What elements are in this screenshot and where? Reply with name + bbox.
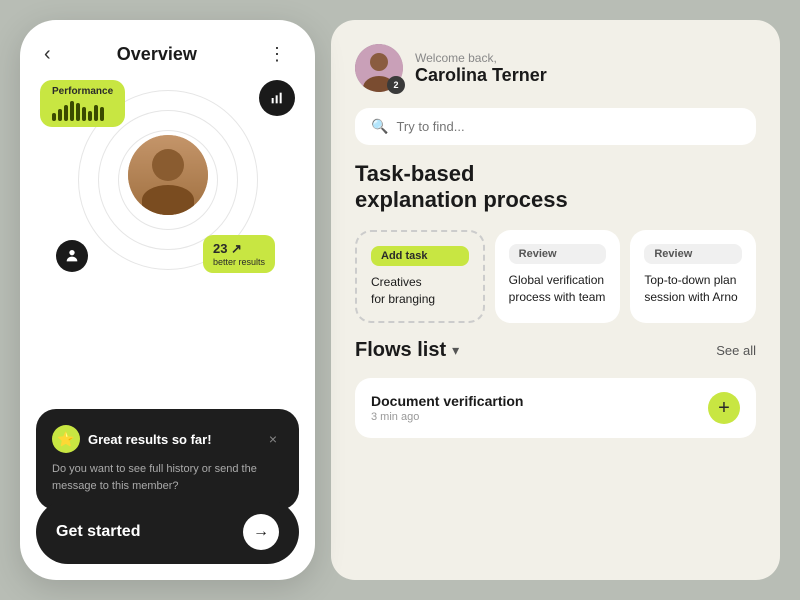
task-card-2[interactable]: Review Top-to-down plan session with Arn…: [630, 230, 756, 324]
performance-bars: [52, 101, 113, 121]
notification-body: Do you want to see full history or send …: [52, 461, 283, 494]
chart-icon: [269, 90, 285, 106]
bar-5: [76, 103, 80, 121]
task-text-1: Global verification process with team: [509, 272, 607, 306]
task-text-0: Creatives for branging: [371, 274, 469, 308]
get-started-button[interactable]: Get started →: [36, 500, 299, 564]
notification-title-row: ⭐ Great results so far!: [52, 425, 212, 453]
flow-time-0: 3 min ago: [371, 411, 523, 423]
search-icon: 🔍: [371, 118, 388, 135]
phone-body: Performance: [20, 80, 315, 580]
notification-badge: 2: [387, 76, 405, 94]
task-card-1[interactable]: Review Global verification process with …: [495, 230, 621, 324]
flow-info-0: Document verificartion 3 min ago: [371, 393, 523, 423]
user-avatar-wrapper: 2: [355, 44, 403, 92]
performance-label: Performance: [52, 86, 113, 97]
welcome-text: Welcome back, Carolina Terner: [415, 51, 547, 86]
person-badge[interactable]: [56, 240, 88, 272]
phone-header: ‹ Overview ⋮: [20, 20, 315, 80]
right-panel: 2 Welcome back, Carolina Terner 🔍 Task-b…: [331, 20, 780, 580]
see-all-button[interactable]: See all: [716, 343, 756, 358]
results-text: better results: [213, 257, 265, 267]
bar-8: [94, 105, 98, 121]
avatar-face: [128, 135, 208, 215]
flows-dropdown-icon[interactable]: ▾: [452, 342, 459, 359]
person-icon: [64, 248, 80, 264]
notification-close-button[interactable]: ×: [263, 429, 283, 449]
get-started-arrow-icon: →: [243, 514, 279, 550]
welcome-section: 2 Welcome back, Carolina Terner: [355, 44, 756, 92]
profile-avatar: [128, 135, 208, 215]
phone-panel: ‹ Overview ⋮ Performance: [20, 20, 315, 580]
menu-icon[interactable]: ⋮: [263, 40, 291, 68]
bar-7: [88, 111, 92, 121]
performance-badge: Performance: [40, 80, 125, 127]
search-input[interactable]: [396, 119, 740, 134]
task-badge-0: Add task: [371, 246, 469, 266]
notification-title: Great results so far!: [88, 432, 212, 447]
bar-2: [58, 109, 62, 121]
bar-6: [82, 107, 86, 121]
task-text-2: Top-to-down plan session with Arno: [644, 272, 742, 306]
tasks-section-title: Task-based explanation process: [355, 161, 756, 214]
bar-1: [52, 113, 56, 121]
flow-item-0[interactable]: Document verificartion 3 min ago +: [355, 378, 756, 438]
welcome-subtitle: Welcome back,: [415, 51, 547, 65]
results-badge: 23 ↗ better results: [203, 235, 275, 273]
app-container: ‹ Overview ⋮ Performance: [20, 20, 780, 580]
get-started-label: Get started: [56, 523, 140, 541]
task-cards-row: Add task Creatives for branging Review G…: [355, 230, 756, 324]
notification-header: ⭐ Great results so far! ×: [52, 425, 283, 453]
bar-3: [64, 105, 68, 121]
notification-card: ⭐ Great results so far! × Do you want to…: [36, 409, 299, 510]
flows-title-row: Flows list ▾: [355, 339, 459, 362]
flows-header: Flows list ▾ See all: [355, 339, 756, 362]
back-button[interactable]: ‹: [44, 43, 51, 66]
star-icon: ⭐: [52, 425, 80, 453]
search-bar[interactable]: 🔍: [355, 108, 756, 145]
task-badge-2: Review: [644, 244, 742, 264]
bar-9: [100, 107, 104, 121]
task-card-0[interactable]: Add task Creatives for branging: [355, 230, 485, 324]
bar-4: [70, 101, 74, 121]
phone-title: Overview: [117, 44, 197, 65]
flows-title: Flows list: [355, 339, 446, 362]
welcome-name: Carolina Terner: [415, 65, 547, 86]
flow-title-0: Document verificartion: [371, 393, 523, 409]
flow-add-button-0[interactable]: +: [708, 392, 740, 424]
task-badge-1: Review: [509, 244, 607, 264]
results-number: 23 ↗: [213, 241, 265, 257]
chart-button[interactable]: [259, 80, 295, 116]
